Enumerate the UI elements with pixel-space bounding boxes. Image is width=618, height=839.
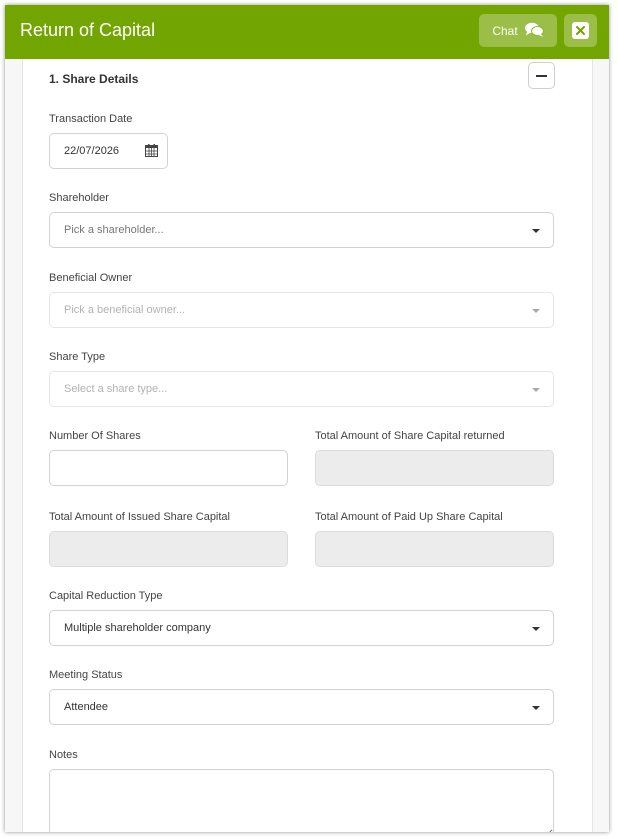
number-of-shares-label: Number Of Shares	[49, 430, 141, 442]
capital-reduction-type-label: Capital Reduction Type	[49, 590, 163, 602]
return-of-capital-dialog: Return of Capital Chat 1. Share Details	[5, 5, 609, 832]
chat-button-label: Chat	[492, 23, 518, 38]
share-type-placeholder: Select a share type...	[64, 383, 168, 395]
total-issued-field	[49, 531, 288, 567]
close-icon	[572, 22, 589, 39]
chevron-down-icon	[532, 229, 540, 233]
meeting-status-select[interactable]: Attendee	[49, 689, 554, 725]
dialog-title: Return of Capital	[20, 20, 156, 40]
close-button[interactable]	[564, 14, 597, 47]
notes-label: Notes	[49, 749, 78, 761]
shareholder-label: Shareholder	[49, 192, 109, 204]
share-type-label: Share Type	[49, 351, 106, 363]
number-of-shares-input[interactable]	[49, 450, 288, 486]
share-type-select[interactable]: Select a share type...	[49, 371, 554, 407]
chat-button[interactable]: Chat	[479, 14, 557, 47]
shareholder-placeholder: Pick a shareholder...	[64, 224, 164, 236]
total-issued-label: Total Amount of Issued Share Capital	[49, 511, 230, 523]
transaction-date-label: Transaction Date	[49, 113, 133, 125]
collapse-section-button[interactable]	[528, 62, 555, 89]
total-paid-up-label: Total Amount of Paid Up Share Capital	[315, 511, 503, 523]
transaction-date-input[interactable]: 22/07/2026	[49, 133, 168, 169]
section-title: 1. Share Details	[49, 72, 139, 86]
shareholder-select[interactable]: Pick a shareholder...	[49, 212, 554, 248]
beneficial-owner-label: Beneficial Owner	[49, 272, 133, 284]
beneficial-owner-placeholder: Pick a beneficial owner...	[64, 304, 186, 316]
transaction-date-value: 22/07/2026	[64, 145, 120, 157]
total-paid-up-field	[315, 531, 554, 567]
chat-bubbles-icon	[524, 22, 544, 40]
total-returned-label: Total Amount of Share Capital returned	[315, 430, 505, 442]
capital-reduction-type-value: Multiple shareholder company	[64, 622, 211, 634]
share-details-panel: 1. Share Details Transaction Date 22/07/…	[22, 59, 593, 832]
beneficial-owner-select[interactable]: Pick a beneficial owner...	[49, 292, 554, 328]
total-returned-field	[315, 450, 554, 486]
dialog-header: Return of Capital Chat	[5, 5, 609, 59]
meeting-status-value: Attendee	[64, 701, 109, 713]
capital-reduction-type-select[interactable]: Multiple shareholder company	[49, 610, 554, 646]
notes-textarea[interactable]	[49, 769, 554, 832]
chevron-down-icon	[532, 309, 540, 313]
minus-icon	[536, 74, 547, 77]
calendar-icon[interactable]	[145, 144, 158, 160]
chevron-down-icon	[532, 388, 540, 392]
chevron-down-icon	[532, 706, 540, 710]
meeting-status-label: Meeting Status	[49, 669, 123, 681]
chevron-down-icon	[532, 627, 540, 631]
